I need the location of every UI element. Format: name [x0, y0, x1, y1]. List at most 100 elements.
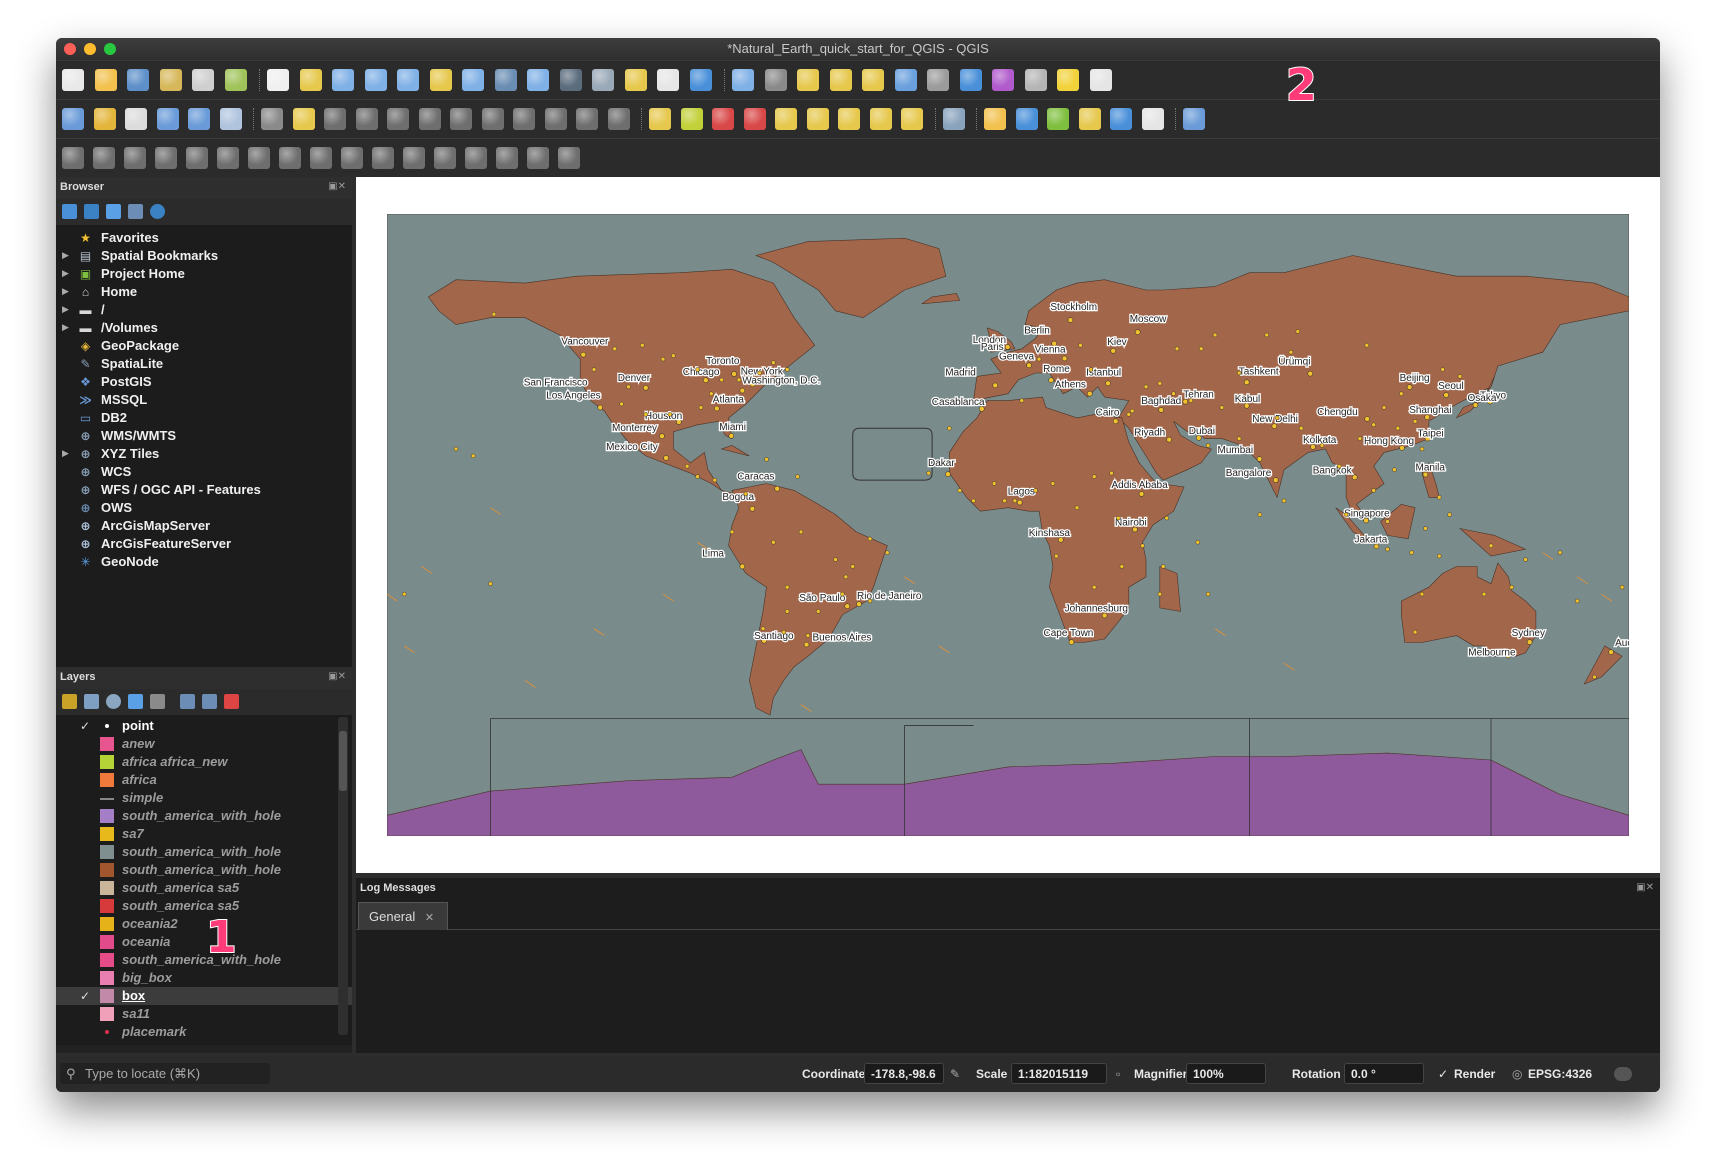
layer-item[interactable]: south_america_with_hole — [56, 861, 352, 879]
world-map[interactable]: Vancouver San Francisco Los Angeles Denver C… — [387, 214, 1629, 836]
info-icon[interactable] — [150, 204, 165, 219]
new-project-icon[interactable] — [62, 69, 84, 91]
layer-item[interactable]: anew — [56, 735, 352, 753]
layer-visibility-checkbox[interactable] — [78, 863, 92, 877]
style-manager-icon[interactable] — [62, 694, 77, 709]
browser-item-ows[interactable]: ⊕ OWS — [56, 499, 352, 517]
zoom-to-selection-icon[interactable] — [429, 69, 452, 91]
diagram-icon[interactable] — [680, 108, 703, 130]
measure-icon[interactable] — [1024, 69, 1047, 91]
layer-visibility-checkbox[interactable] — [78, 953, 92, 967]
lock-scale-icon[interactable]: ▫ — [1116, 1067, 1120, 1081]
bookmark-new-icon[interactable] — [657, 69, 679, 91]
save-edits-icon[interactable] — [324, 108, 346, 130]
map-canvas[interactable]: Vancouver San Francisco Los Angeles Denver C… — [356, 177, 1660, 873]
new-map-view-icon[interactable] — [592, 69, 614, 91]
browser-item-wfs-ogc-api-features[interactable]: ⊕ WFS / OGC API - Features — [56, 481, 352, 499]
browser-item-arcgismapserver[interactable]: ⊕ ArcGisMapServer — [56, 517, 352, 535]
fill-ring-icon[interactable] — [124, 147, 146, 169]
cut-icon[interactable] — [481, 108, 504, 130]
show-hide-label-icon[interactable] — [869, 108, 892, 130]
pan-to-selection-icon[interactable] — [299, 69, 322, 91]
layer-visibility-checkbox[interactable] — [78, 1025, 92, 1039]
browser-item-spatial-bookmarks[interactable]: ▶ ▤ Spatial Bookmarks — [56, 247, 352, 265]
layer-visibility-checkbox[interactable]: ✓ — [78, 719, 92, 733]
layer-visibility-checkbox[interactable] — [78, 935, 92, 949]
panel-float-close-icon[interactable]: ▣✕ — [1636, 882, 1654, 893]
move-label-icon[interactable] — [775, 108, 797, 130]
expand-arrow-icon[interactable]: ▶ — [62, 304, 69, 315]
collapse-all-icon[interactable] — [202, 694, 217, 709]
browser-item-postgis[interactable]: ❖ PostGIS — [56, 373, 352, 391]
layer-visibility-checkbox[interactable] — [78, 917, 92, 931]
reshape-icon[interactable] — [248, 147, 270, 169]
plugin-green-icon[interactable] — [1047, 108, 1069, 130]
digitize-shape-icon[interactable] — [62, 147, 84, 169]
browser-item-project-home[interactable]: ▶ ▣ Project Home — [56, 265, 352, 283]
layer-item[interactable]: big_box — [56, 969, 352, 987]
refresh-icon[interactable] — [84, 204, 99, 219]
remove-layer-icon[interactable] — [224, 694, 239, 709]
filter-icon[interactable] — [106, 204, 121, 219]
label-properties-icon[interactable] — [901, 108, 923, 130]
layer-item[interactable]: ✓ point — [56, 717, 352, 735]
delete-selected-icon[interactable] — [450, 108, 472, 130]
plugin-undo-icon[interactable] — [1110, 108, 1132, 130]
close-window-button[interactable] — [64, 43, 76, 55]
layer-visibility-checkbox[interactable] — [78, 827, 92, 841]
edit-pencil-icon[interactable] — [261, 108, 283, 130]
browser-item-xyz-tiles[interactable]: ▶ ⊕ XYZ Tiles — [56, 445, 352, 463]
help-icon[interactable] — [1183, 108, 1205, 130]
visibility-icon[interactable] — [106, 694, 121, 709]
field-calc-icon[interactable] — [927, 69, 949, 91]
trim-extend-icon[interactable] — [527, 147, 549, 169]
browser-item-arcgisfeatureserver[interactable]: ⊕ ArcGisFeatureServer — [56, 535, 352, 553]
crs-button[interactable]: EPSG:4326 — [1528, 1067, 1592, 1081]
layer-item[interactable]: sa11 — [56, 1005, 352, 1023]
temporal-controller-icon[interactable] — [624, 69, 647, 91]
python-console-icon[interactable] — [984, 108, 1006, 130]
zoom-next-icon[interactable] — [559, 69, 582, 91]
browser-item-db2[interactable]: ▭ DB2 — [56, 409, 352, 427]
layer-item[interactable]: oceania2 — [56, 915, 352, 933]
layer-item[interactable]: simple — [56, 789, 352, 807]
layer-item[interactable]: south_america_with_hole — [56, 843, 352, 861]
new-geopackage-icon[interactable] — [93, 108, 116, 130]
globe-plugin-icon[interactable] — [942, 108, 965, 130]
filter-expression-icon[interactable] — [150, 694, 165, 709]
add-group-icon[interactable] — [84, 694, 99, 709]
layer-item[interactable]: oceania — [56, 933, 352, 951]
toggle-edit-icon[interactable] — [292, 108, 315, 130]
add-selected-icon[interactable] — [62, 204, 77, 219]
layer-item[interactable]: south_america_with_hole — [56, 807, 352, 825]
panel-float-close-icon[interactable]: ▣✕ — [328, 671, 346, 682]
add-feature-icon[interactable] — [355, 108, 378, 130]
zoom-out-icon[interactable] — [364, 69, 387, 91]
new-shapefile-icon[interactable] — [188, 108, 210, 130]
zoom-full-icon[interactable] — [397, 69, 419, 91]
add-part-icon[interactable] — [155, 147, 177, 169]
browser-item-volumes[interactable]: ▶ ▬ /Volumes — [56, 319, 352, 337]
offset-curve-icon[interactable] — [279, 147, 301, 169]
expand-arrow-icon[interactable]: ▶ — [62, 286, 69, 297]
layer-visibility-checkbox[interactable] — [78, 809, 92, 823]
locator-search-input[interactable]: ⚲ Type to locate (⌘K) — [60, 1063, 270, 1084]
merge-attributes-icon[interactable] — [434, 147, 456, 169]
expand-arrow-icon[interactable]: ▶ — [62, 322, 69, 333]
new-virtual-layer-icon[interactable] — [219, 108, 242, 130]
layer-item[interactable]: south_america_with_hole — [56, 951, 352, 969]
browser-item-wcs[interactable]: ⊕ WCS — [56, 463, 352, 481]
layer-visibility-checkbox[interactable] — [78, 791, 92, 805]
browser-item-spatialite[interactable]: ✎ SpatiaLite — [56, 355, 352, 373]
layer-item[interactable]: africa africa_new — [56, 753, 352, 771]
layer-item[interactable]: placemark — [56, 1023, 352, 1041]
save-project-icon[interactable] — [127, 69, 149, 91]
pin-label-icon[interactable] — [712, 108, 734, 130]
delete-part-icon[interactable] — [217, 147, 239, 169]
copy-icon[interactable] — [513, 108, 535, 130]
layer-item[interactable]: south_america sa5 — [56, 897, 352, 915]
plugin-tool-icon[interactable] — [1078, 108, 1101, 130]
statistics-icon[interactable] — [992, 69, 1014, 91]
zoom-native-icon[interactable] — [494, 69, 517, 91]
merge-features-icon[interactable] — [403, 147, 425, 169]
